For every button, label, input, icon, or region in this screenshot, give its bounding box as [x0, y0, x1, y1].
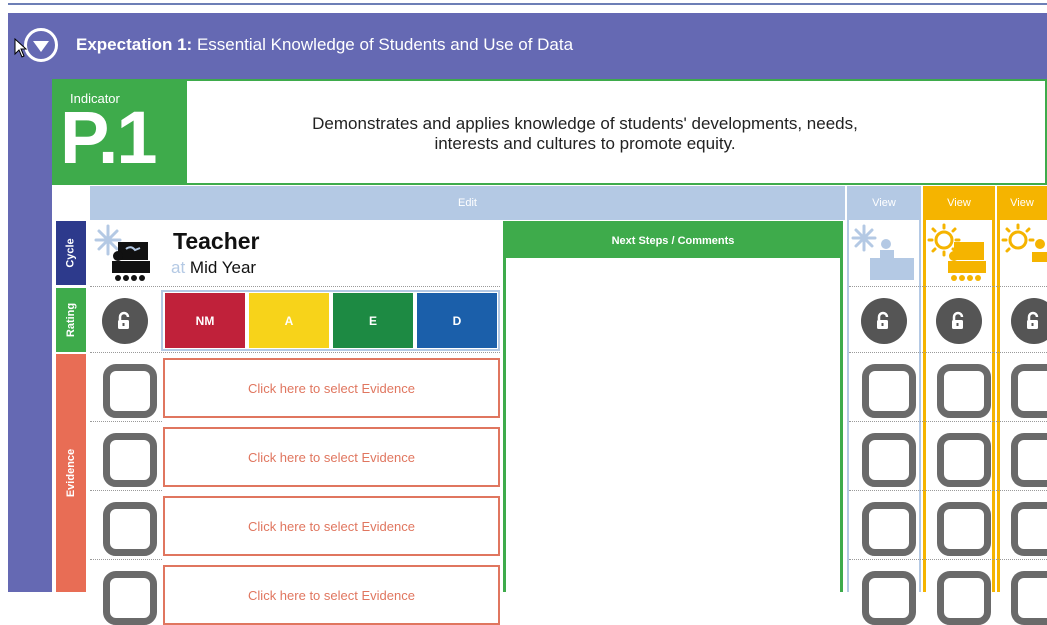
- unlock-icon: [952, 311, 964, 329]
- row-divider: [849, 352, 1047, 353]
- top-border-line: [8, 3, 1047, 5]
- chevron-down-icon: [33, 41, 49, 52]
- tab-cycle-label: Cycle: [64, 238, 77, 268]
- cycle-at-label: at: [171, 258, 186, 277]
- row-divider: [90, 286, 500, 287]
- cycle-period-label: Mid Year: [189, 258, 257, 277]
- evidence-select-2[interactable]: Click here to select Evidence: [163, 427, 500, 487]
- view-1-evidence-checkbox[interactable]: [862, 364, 916, 418]
- view-column-1-header[interactable]: View: [847, 186, 921, 220]
- view-column-3-label: View: [1010, 197, 1034, 209]
- expectation-title: Expectation 1: Essential Knowledge of St…: [76, 35, 573, 55]
- view-3-evidence-checkbox[interactable]: [1011, 364, 1047, 418]
- mouse-pointer-icon: [14, 38, 28, 58]
- evidence-select-1[interactable]: Click here to select Evidence: [163, 358, 500, 418]
- view-1-lock-button[interactable]: [861, 298, 907, 344]
- rating-nm-label: NM: [195, 313, 215, 328]
- evidence-checkbox[interactable]: [103, 571, 157, 625]
- indicator-badge: Indicator P.1: [52, 79, 187, 185]
- rating-nm-button[interactable]: NM: [165, 293, 245, 348]
- row-divider: [849, 286, 1047, 287]
- evidence-select-3[interactable]: Click here to select Evidence: [163, 496, 500, 556]
- indicator-description-line-2: interests and cultures to promote equity…: [434, 134, 736, 153]
- rating-a-label: A: [284, 313, 294, 328]
- tab-rating[interactable]: Rating: [56, 288, 86, 352]
- view-3-evidence-checkbox[interactable]: [1011, 502, 1047, 556]
- view-column-2-label: View: [947, 197, 971, 209]
- evidence-checkbox[interactable]: [103, 502, 157, 556]
- edit-column-header[interactable]: Edit: [90, 186, 845, 220]
- snowflake-student-icon: [851, 224, 914, 280]
- sun-student-icon: [1001, 223, 1047, 262]
- view-2-evidence-checkbox[interactable]: [937, 571, 991, 625]
- role-title: Teacher: [173, 228, 260, 254]
- evidence-select-4[interactable]: Click here to select Evidence: [163, 565, 500, 625]
- rating-d-label: D: [452, 313, 462, 328]
- sun-teacher-icon: [927, 223, 986, 281]
- rating-lock-button[interactable]: [102, 298, 148, 344]
- indicator-description-line-1: Demonstrates and applies knowledge of st…: [312, 114, 858, 133]
- view-1-evidence-checkbox[interactable]: [862, 571, 916, 625]
- expectation-name: Essential Knowledge of Students and Use …: [196, 35, 574, 54]
- view-column-3-header[interactable]: View: [997, 186, 1047, 220]
- cycle-period: at Mid Year: [171, 258, 256, 278]
- rating-d-button[interactable]: D: [417, 293, 497, 348]
- rating-e-label: E: [368, 313, 377, 328]
- row-divider: [849, 421, 1047, 422]
- next-steps-panel[interactable]: Next Steps / Comments: [503, 221, 843, 592]
- view-3-evidence-checkbox[interactable]: [1011, 571, 1047, 625]
- view-2-evidence-checkbox[interactable]: [937, 433, 991, 487]
- view-column-2-header[interactable]: View: [923, 186, 995, 220]
- next-steps-header: Next Steps / Comments: [506, 224, 840, 258]
- view-column-1-label: View: [872, 197, 896, 209]
- evidence-checkbox[interactable]: [103, 433, 157, 487]
- view-1-evidence-checkbox[interactable]: [862, 502, 916, 556]
- evidence-select-label: Click here to select Evidence: [248, 380, 415, 396]
- evidence-select-label: Click here to select Evidence: [248, 587, 415, 603]
- evidence-select-label: Click here to select Evidence: [248, 518, 415, 534]
- evidence-select-label: Click here to select Evidence: [248, 449, 415, 465]
- tab-evidence-label: Evidence: [65, 448, 77, 498]
- next-steps-label: Next Steps / Comments: [611, 235, 735, 247]
- collapse-toggle-button[interactable]: [24, 28, 58, 62]
- edit-label: Edit: [458, 197, 477, 209]
- row-divider: [90, 352, 500, 353]
- view-1-evidence-checkbox[interactable]: [862, 433, 916, 487]
- tab-rating-label: Rating: [65, 302, 78, 338]
- row-divider: [849, 490, 1047, 491]
- unlock-icon: [118, 311, 130, 329]
- view-2-evidence-checkbox[interactable]: [937, 502, 991, 556]
- rating-e-button[interactable]: E: [333, 293, 413, 348]
- view-2-evidence-checkbox[interactable]: [937, 364, 991, 418]
- row-divider: [90, 421, 162, 422]
- view-2-lock-button[interactable]: [936, 298, 982, 344]
- unlock-icon: [1027, 311, 1039, 329]
- tab-cycle[interactable]: Cycle: [56, 221, 86, 285]
- expectation-label: Expectation 1:: [76, 35, 193, 54]
- row-divider: [849, 559, 1047, 560]
- unlock-icon: [877, 311, 889, 329]
- indicator-description: Demonstrates and applies knowledge of st…: [260, 114, 910, 154]
- rating-a-button[interactable]: A: [249, 293, 329, 348]
- row-divider: [90, 559, 162, 560]
- indicator-code: P.1: [60, 96, 158, 179]
- row-divider: [90, 490, 162, 491]
- tab-evidence[interactable]: Evidence: [56, 354, 86, 592]
- snowflake-teacher-icon: [94, 224, 150, 281]
- view-3-evidence-checkbox[interactable]: [1011, 433, 1047, 487]
- evidence-checkbox[interactable]: [103, 364, 157, 418]
